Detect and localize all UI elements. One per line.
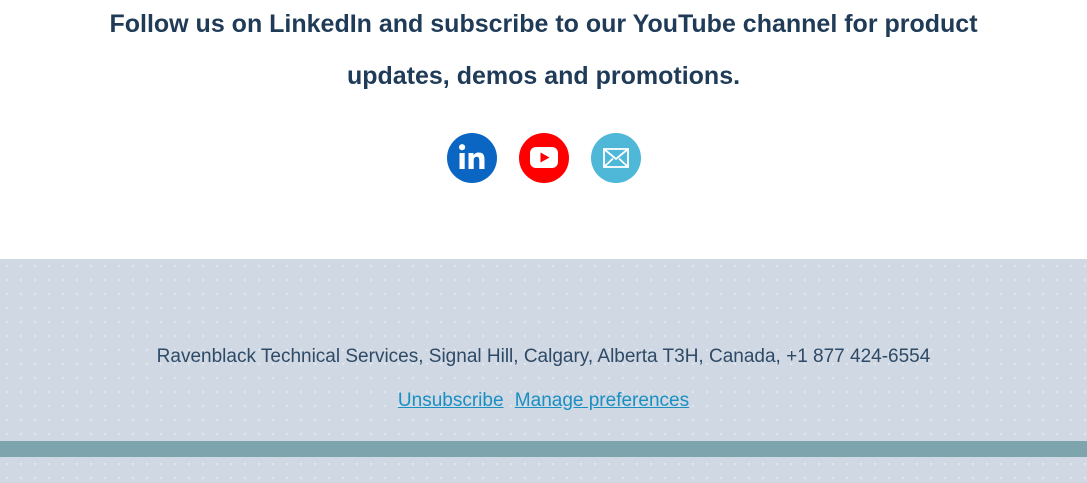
- company-address: Ravenblack Technical Services, Signal Hi…: [156, 346, 931, 367]
- email-link[interactable]: [590, 133, 641, 183]
- email-footer-page: Follow us on LinkedIn and subscribe to o…: [0, 0, 1087, 483]
- follow-message: Follow us on LinkedIn and subscribe to o…: [0, 0, 1087, 102]
- linkedin-icon: [446, 133, 497, 183]
- follow-message-line-1: Follow us on LinkedIn and subscribe to o…: [109, 10, 978, 38]
- follow-message-line-2: updates, demos and promotions.: [346, 62, 741, 90]
- social-links: [0, 133, 1087, 183]
- email-icon: [590, 133, 641, 183]
- manage-preferences-link[interactable]: Manage preferences: [515, 390, 689, 411]
- follow-section: Follow us on LinkedIn and subscribe to o…: [0, 0, 1087, 259]
- linkedin-link[interactable]: [446, 133, 497, 183]
- youtube-link[interactable]: [518, 133, 569, 183]
- footer-bottom-strip: [0, 457, 1087, 483]
- footer-links: Unsubscribe Manage preferences: [0, 389, 1087, 413]
- unsubscribe-link[interactable]: Unsubscribe: [398, 390, 504, 411]
- footer-section: Ravenblack Technical Services, Signal Hi…: [0, 259, 1087, 441]
- youtube-icon: [518, 133, 569, 183]
- footer-divider-band: [0, 441, 1087, 457]
